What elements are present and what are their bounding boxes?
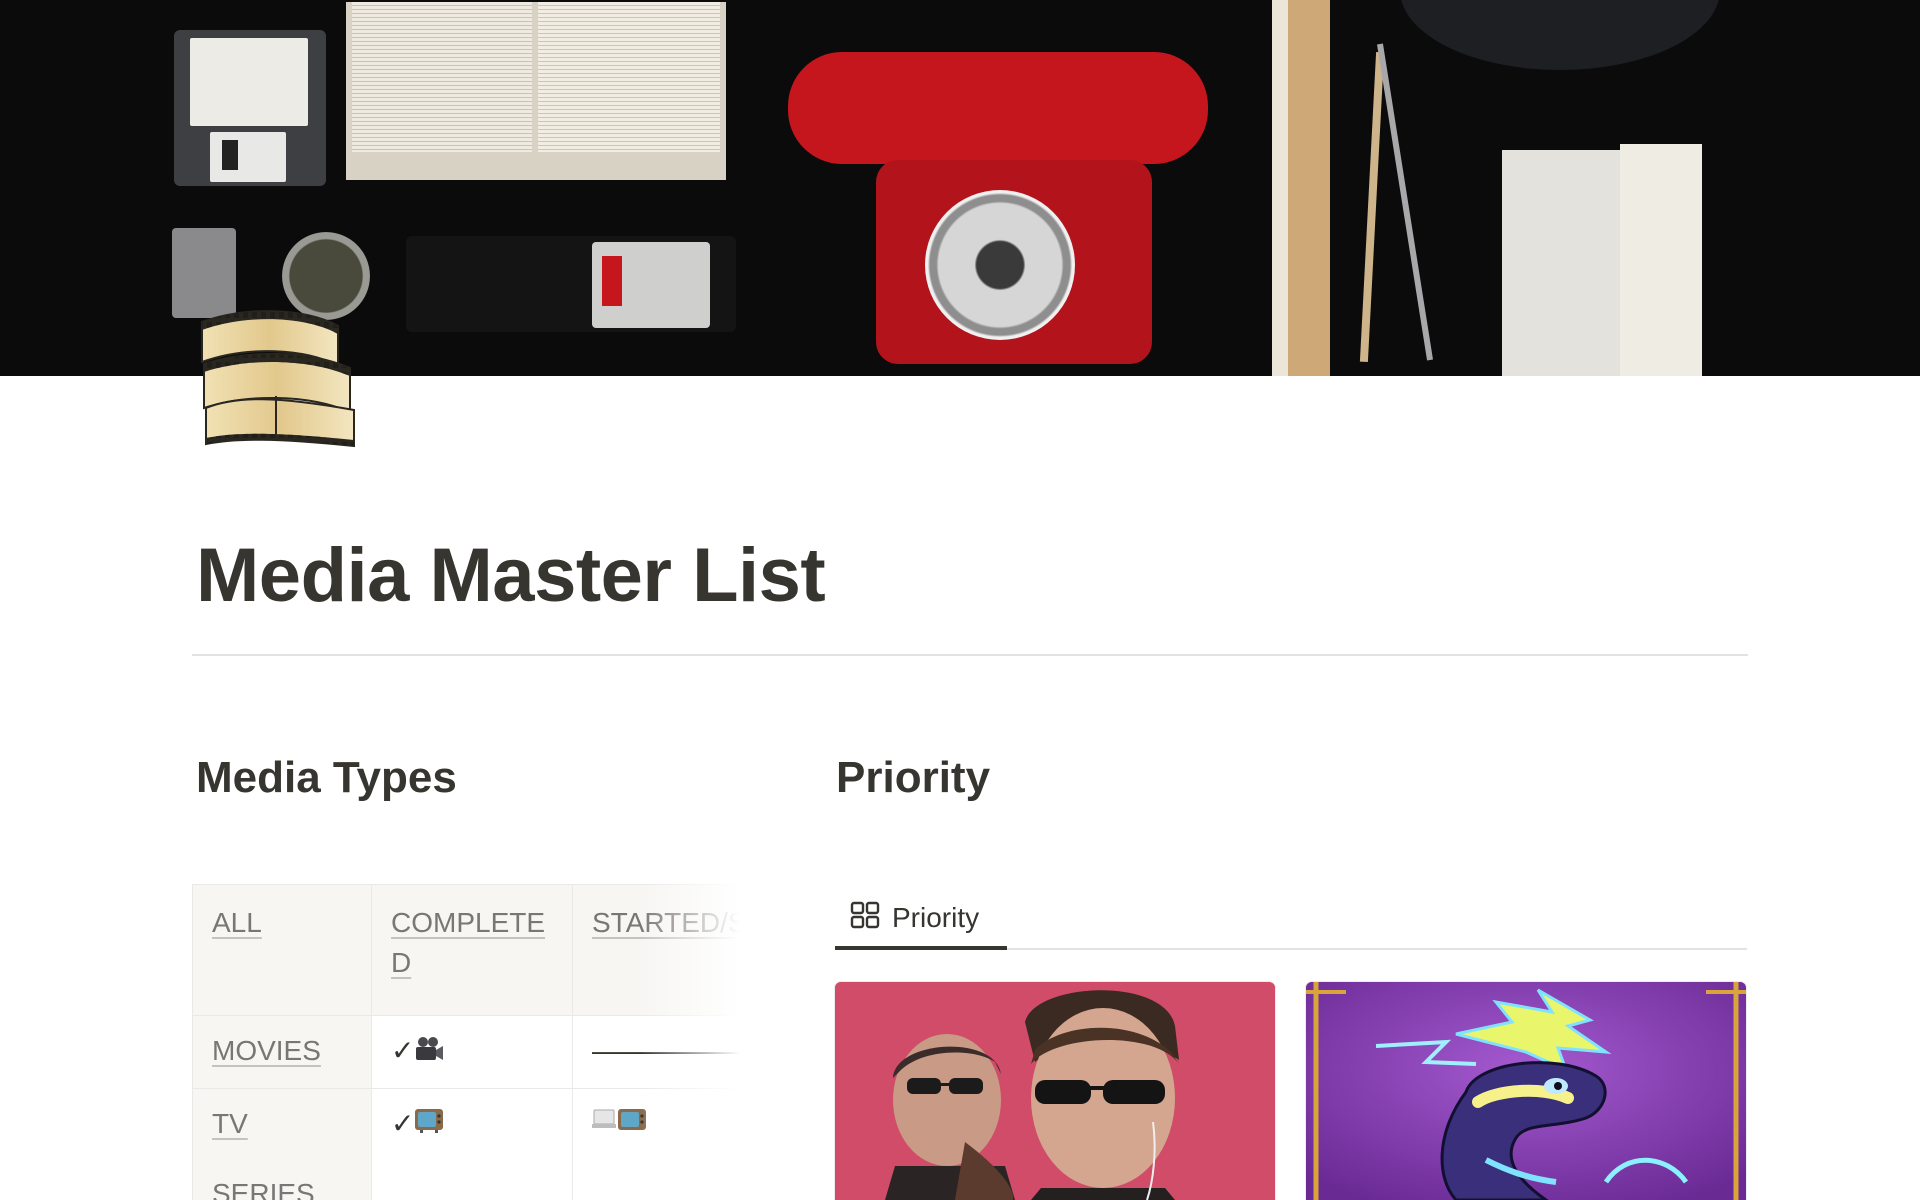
media-types-table[interactable]: ALL COMPLETED STARTED/S MOVIES ✓ ———————… xyxy=(192,884,740,1200)
table-row: TV SERIES ✓ xyxy=(192,1087,740,1200)
gallery-card[interactable] xyxy=(1306,982,1746,1200)
checkmark: ✓ xyxy=(391,1035,415,1066)
table-cell[interactable]: ——————— xyxy=(572,1015,740,1089)
laptop-tv-icon xyxy=(592,1090,648,1160)
column-started-link[interactable]: STARTED/S xyxy=(592,907,740,938)
movie-camera-icon xyxy=(414,1018,444,1088)
tv-icon xyxy=(414,1090,444,1160)
table-header-row: ALL COMPLETED STARTED/S xyxy=(192,884,740,1016)
tab-label: Priority xyxy=(892,902,980,933)
ruler-image xyxy=(1272,0,1330,376)
row-tv-series-link[interactable]: TV SERIES xyxy=(212,1108,315,1200)
column-completed-link[interactable]: COMPLETED xyxy=(391,907,545,978)
table-header-cell[interactable]: STARTED/S xyxy=(572,884,740,1016)
table-cell[interactable]: ✓ xyxy=(371,1015,573,1089)
rotary-dial-image xyxy=(925,190,1075,340)
priority-heading[interactable]: Priority xyxy=(836,750,990,806)
table-cell[interactable] xyxy=(572,1087,740,1200)
gallery-grid-icon xyxy=(850,901,880,936)
movie-poster-image xyxy=(835,982,1275,1200)
table-cell[interactable]: ✓ xyxy=(371,1087,573,1200)
pencil-image xyxy=(1359,52,1385,362)
floppy-disk-image xyxy=(174,30,326,186)
newspaper-image xyxy=(1502,144,1702,376)
game-art-image xyxy=(1306,982,1746,1200)
compass-image xyxy=(1377,43,1433,361)
light-meter-image xyxy=(406,236,736,332)
book-image xyxy=(346,2,726,180)
table-header-cell[interactable]: COMPLETED xyxy=(371,884,573,1016)
divider xyxy=(192,654,1748,656)
table-header-cell[interactable]: ALL xyxy=(192,884,372,1016)
lamp-image xyxy=(1400,0,1720,70)
table-row: MOVIES ✓ ——————— xyxy=(192,1015,740,1089)
phone-handset-image xyxy=(788,52,1208,164)
gallery-card[interactable] xyxy=(835,982,1275,1200)
dash-line: ——————— xyxy=(592,1035,740,1066)
table-cell[interactable]: TV SERIES xyxy=(192,1087,372,1200)
active-tab-indicator xyxy=(835,946,1007,950)
notion-page: Media Master List Media Types ALL COMPLE… xyxy=(0,0,1920,1200)
checkmark: ✓ xyxy=(391,1107,415,1139)
page-title[interactable]: Media Master List xyxy=(196,532,826,620)
media-types-heading[interactable]: Media Types xyxy=(196,750,457,806)
row-movies-link[interactable]: MOVIES xyxy=(212,1035,321,1066)
column-all-link[interactable]: ALL xyxy=(212,907,262,938)
tab-priority-gallery[interactable]: Priority xyxy=(836,890,993,946)
film-strip-icon[interactable] xyxy=(196,300,356,448)
table-cell[interactable]: MOVIES xyxy=(192,1015,372,1089)
